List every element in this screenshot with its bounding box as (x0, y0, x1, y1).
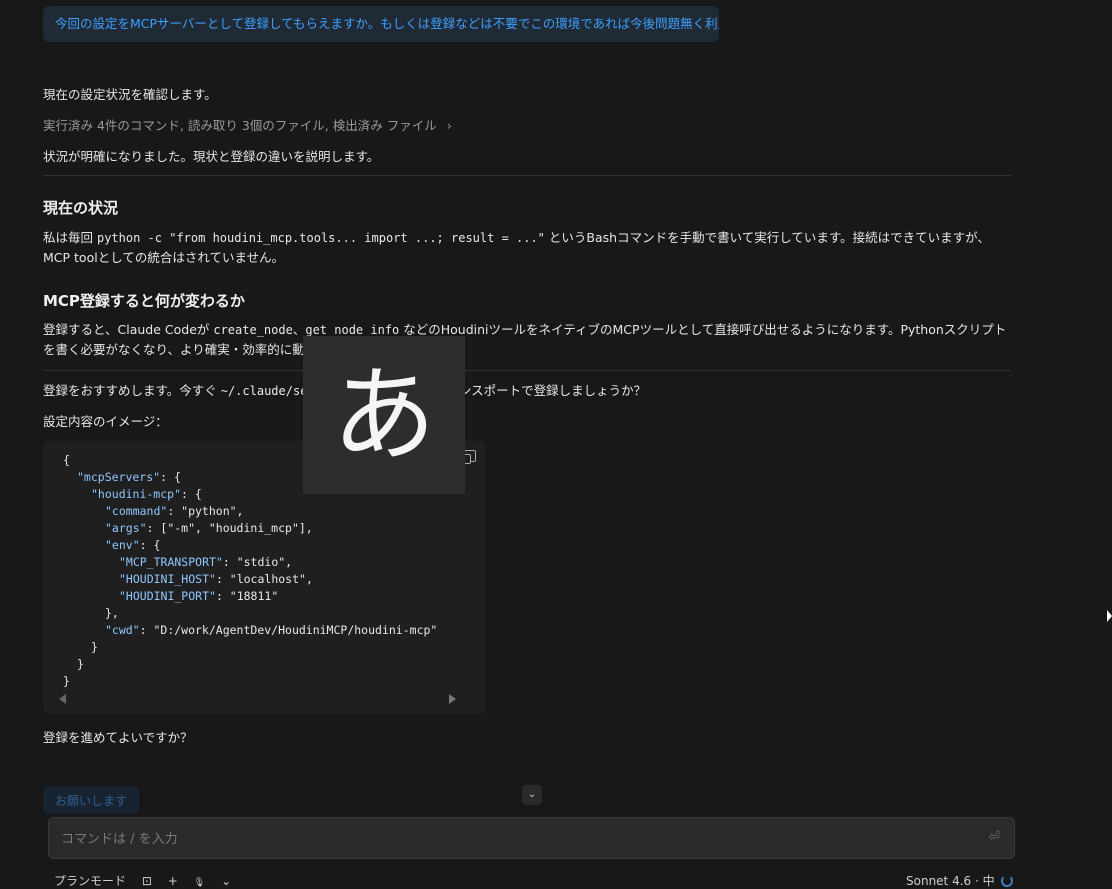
inline-code: python -c "from houdini_mcp.tools... imp… (96, 231, 545, 245)
code-text: { (63, 453, 70, 467)
code-key: "command" (105, 504, 168, 518)
loading-spinner-icon (1000, 875, 1013, 887)
section-current-body: 私は毎回 python -c "from houdini_mcp.tools..… (43, 230, 990, 265)
code-key: "HOUDINI_PORT" (119, 589, 216, 603)
chevron-right-icon: › (446, 118, 452, 133)
divider (43, 370, 1011, 371)
code-text: : ["-m", "houdini_mcp"], (146, 521, 313, 535)
code-line: "args": ["-m", "houdini_mcp"], (63, 520, 437, 537)
code-key: "houdini-mcp" (91, 487, 182, 501)
code-line: "cwd": "D:/work/AgentDev/HoudiniMCP/houd… (63, 622, 437, 639)
code-line: }, (63, 605, 437, 622)
code-key: "env" (105, 538, 140, 552)
code-key: "cwd" (105, 623, 140, 637)
assistant-clarified: 状況が明確になりました。現状と登録の違いを説明します。 (43, 149, 380, 164)
code-line: "MCP_TRANSPORT": "stdio", (63, 554, 437, 571)
code-line: "HOUDINI_PORT": "18811" (63, 588, 437, 605)
scroll-to-bottom-button[interactable]: ⌄ (522, 785, 542, 805)
scroll-left-icon[interactable] (59, 694, 66, 704)
code-text: } (63, 674, 70, 688)
command-input[interactable] (59, 828, 963, 850)
code-text: } (77, 657, 84, 671)
code-line: } (63, 639, 437, 656)
mouse-cursor-icon (1107, 610, 1112, 622)
ime-mode-overlay: あ (303, 336, 465, 494)
code-text: : { (181, 487, 202, 501)
section-changes-heading: MCP登録すると何が変わるか (43, 292, 245, 310)
plus-icon[interactable]: + (168, 874, 178, 888)
user-message-bubble: 今回の設定をMCPサーバーとして登録してもらえますか。もしくは登録などは不要でこ… (43, 6, 719, 42)
copy-icon[interactable] (461, 450, 476, 464)
code-line: "HOUDINI_HOST": "localhost", (63, 571, 437, 588)
inline-code: get_node_info (305, 323, 400, 337)
code-text: }, (105, 606, 119, 620)
divider (43, 175, 1011, 176)
closing-question: 登録を進めてよいですか？ (43, 730, 193, 745)
plan-mode-toggle[interactable]: プランモード (54, 874, 126, 888)
attach-icon[interactable]: ⊡ (142, 874, 152, 888)
code-key: "MCP_TRANSPORT" (119, 555, 223, 569)
suggestion-chip[interactable]: お願いします (43, 786, 140, 814)
code-text: : "D:/work/AgentDev/HoudiniMCP/houdini-m… (139, 623, 438, 637)
chevron-down-icon: ⌄ (221, 874, 232, 888)
code-text: : "python", (167, 504, 244, 518)
code-text: : { (139, 538, 161, 552)
code-text: : { (160, 470, 181, 484)
assistant-intro: 現在の設定状況を確認します。 (43, 87, 217, 102)
code-line: "command": "python", (63, 503, 437, 520)
code-text: : "18811" (215, 589, 279, 603)
code-key: "HOUDINI_HOST" (119, 572, 216, 586)
command-input-box[interactable]: ⏎ (48, 817, 1015, 859)
code-key: "args" (105, 521, 147, 535)
model-selector[interactable]: Sonnet 4.6 · 中 (906, 874, 995, 888)
footer-left: プランモード ⊡ + 🎙 ⌄ (54, 872, 255, 888)
code-line: "env": { (63, 537, 437, 554)
code-line: } (63, 656, 437, 673)
tool-summary-toggle[interactable]: 実行済み 4件のコマンド, 読み取り 3個のファイル, 検出済み ファイル › (43, 115, 452, 134)
code-line: } (63, 673, 437, 690)
section-changes-body: 登録すると、Claude Codeが create_node、get_node_… (43, 322, 1007, 357)
code-text: : "stdio", (222, 555, 293, 569)
code-text: : "localhost", (215, 572, 313, 586)
config-image-label: 設定内容のイメージ： (43, 414, 168, 429)
send-icon[interactable]: ⏎ (988, 829, 1000, 845)
tool-summary-text: 実行済み 4件のコマンド, 読み取り 3個のファイル, 検出済み ファイル (43, 118, 437, 133)
inline-code: create_node (213, 323, 293, 337)
footer-right: Sonnet 4.6 · 中 (906, 872, 1025, 888)
scroll-right-icon[interactable] (449, 694, 456, 704)
code-text: } (91, 640, 98, 654)
section-current-heading: 現在の状況 (43, 199, 119, 217)
microphone-icon[interactable]: 🎙 ⌄ (194, 874, 244, 888)
code-key: "mcpServers" (77, 470, 161, 484)
